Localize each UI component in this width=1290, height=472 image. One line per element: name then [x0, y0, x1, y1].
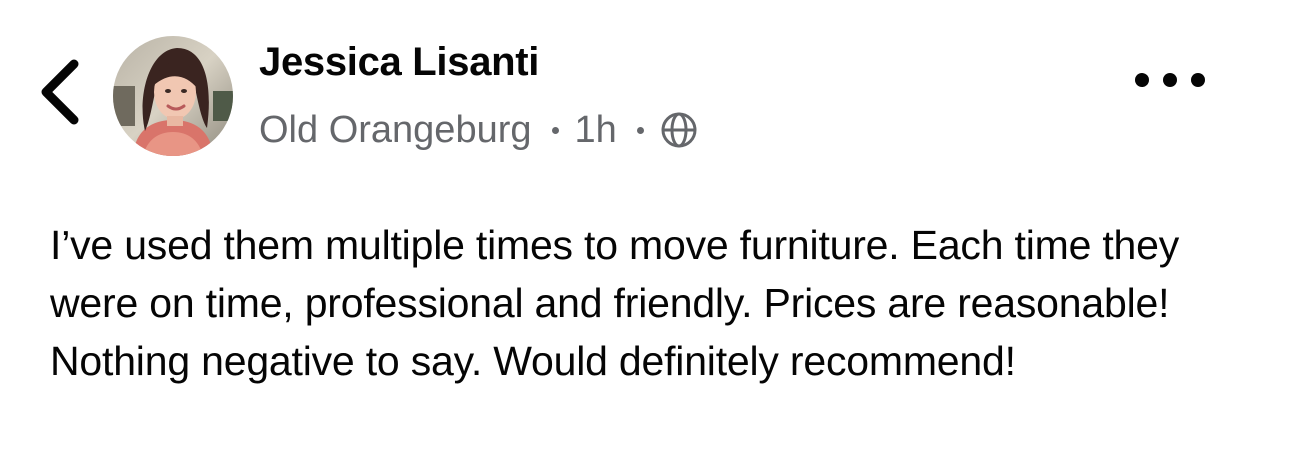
- timestamp[interactable]: 1h: [575, 109, 617, 152]
- separator-dot: [636, 126, 644, 134]
- more-options-button[interactable]: [1130, 62, 1210, 98]
- author-name[interactable]: Jessica Lisanti: [259, 40, 539, 85]
- more-horizontal-icon: [1135, 73, 1205, 87]
- avatar[interactable]: [113, 36, 233, 156]
- post-meta: Old Orangeburg 1h: [259, 106, 698, 154]
- chevron-left-icon: [41, 59, 79, 125]
- profile-photo: [113, 36, 233, 156]
- location-label[interactable]: Old Orangeburg: [259, 109, 532, 152]
- globe-icon[interactable]: [660, 111, 698, 149]
- separator-dot: [551, 126, 559, 134]
- post-card: Jessica Lisanti Old Orangeburg 1h I’ve u…: [0, 0, 1290, 472]
- post-body-text: I’ve used them multiple times to move fu…: [50, 222, 1180, 384]
- back-button[interactable]: [30, 52, 90, 132]
